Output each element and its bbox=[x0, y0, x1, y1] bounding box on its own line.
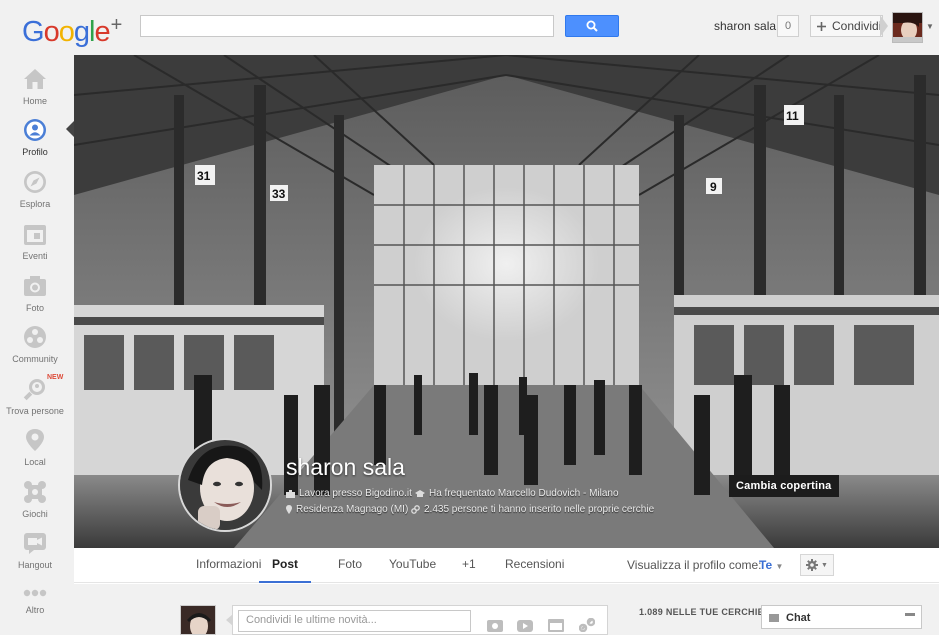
profile-tabs: Informazioni Post Foto YouTube +1 Recens… bbox=[74, 548, 939, 583]
tab-post[interactable]: Post bbox=[259, 548, 312, 583]
svg-text:11: 11 bbox=[786, 109, 799, 123]
change-cover-button[interactable]: Cambia copertina bbox=[729, 475, 839, 497]
tab-informazioni[interactable]: Informazioni bbox=[196, 548, 261, 583]
sidebar-item-more[interactable]: Altro bbox=[0, 586, 70, 615]
sidebar-item-find-people[interactable]: NEW Trova persone bbox=[0, 374, 70, 416]
tab-foto[interactable]: Foto bbox=[338, 548, 362, 583]
chat-minimize-icon[interactable]: ▬ bbox=[905, 608, 915, 619]
work-info: Lavora presso Bigodino.it bbox=[286, 488, 412, 499]
profile-picture[interactable] bbox=[178, 438, 272, 532]
gear-caret-icon: ▼ bbox=[821, 561, 828, 569]
circles-info: 2.435 persone ti hanno inserito nelle pr… bbox=[411, 504, 654, 515]
sidebar: Home Profilo Esplora Eventi Foto Communi… bbox=[0, 55, 70, 625]
account-caret-icon[interactable]: ▼ bbox=[926, 22, 934, 31]
settings-button[interactable]: ▼ bbox=[800, 554, 834, 576]
notification-count[interactable]: 0 bbox=[777, 15, 799, 37]
user-name-link[interactable]: sharon sala bbox=[714, 19, 776, 33]
sidebar-item-games[interactable]: Giochi bbox=[0, 480, 70, 519]
find-people-icon bbox=[23, 379, 45, 401]
view-as-dropdown[interactable]: Te ▼ bbox=[759, 558, 783, 572]
sidebar-item-profile[interactable]: Profilo bbox=[0, 118, 70, 157]
avatar-image bbox=[893, 13, 922, 42]
view-as-label: Visualizza il profilo come: bbox=[627, 558, 762, 572]
hangout-icon bbox=[24, 533, 46, 554]
search-button[interactable] bbox=[565, 15, 619, 37]
map-pin-small-icon bbox=[286, 505, 292, 514]
new-badge: NEW bbox=[47, 374, 64, 381]
photo-icon[interactable] bbox=[487, 618, 503, 632]
chat-panel[interactable]: Chat ▬ bbox=[761, 605, 922, 629]
video-icon[interactable] bbox=[517, 618, 533, 632]
plus-icon bbox=[817, 21, 826, 31]
graduation-cap-icon bbox=[415, 489, 425, 497]
sidebar-item-hangout[interactable]: Hangout bbox=[0, 531, 70, 570]
google-plus-logo[interactable]: Google+ bbox=[22, 9, 122, 48]
svg-text:9: 9 bbox=[710, 180, 717, 194]
camera-icon bbox=[24, 276, 46, 296]
education-info: Ha frequentato Marcello Dudovich - Milan… bbox=[415, 488, 619, 499]
event-icon[interactable] bbox=[548, 618, 564, 632]
top-bar: Google+ sharon sala 0 Condividi ▼ bbox=[0, 0, 939, 55]
sidebar-item-events[interactable]: Eventi bbox=[0, 222, 70, 261]
link-small-icon bbox=[411, 505, 420, 514]
sidebar-item-photos[interactable]: Foto bbox=[0, 274, 70, 313]
search-input[interactable] bbox=[140, 15, 554, 37]
share-button-label: Condividi bbox=[832, 19, 882, 33]
sidebar-item-home[interactable]: Home bbox=[0, 67, 70, 106]
chevron-down-icon: ▼ bbox=[775, 562, 784, 571]
calendar-icon bbox=[24, 225, 46, 245]
stream-avatar-image bbox=[181, 606, 215, 634]
search-icon bbox=[586, 20, 598, 32]
stream-avatar bbox=[180, 605, 216, 635]
sidebar-active-pointer bbox=[66, 121, 74, 137]
share-input[interactable]: Condividi le ultime novità... bbox=[238, 610, 471, 632]
residence-info: Residenza Magnago (MI) bbox=[286, 504, 408, 515]
more-icon bbox=[23, 589, 47, 597]
tab-youtube[interactable]: YouTube bbox=[389, 548, 436, 583]
share-arrow bbox=[880, 15, 888, 37]
map-pin-icon bbox=[26, 429, 44, 451]
share-button[interactable]: Condividi bbox=[810, 15, 883, 37]
sidebar-item-explore[interactable]: Esplora bbox=[0, 170, 70, 209]
main-content: 31 11 33 9 sharon sala Lavora presso Bigodi… bbox=[74, 55, 939, 635]
briefcase-icon bbox=[286, 489, 295, 498]
home-icon bbox=[24, 69, 46, 89]
svg-text:31: 31 bbox=[197, 169, 211, 183]
sidebar-item-community[interactable]: Community bbox=[0, 325, 70, 364]
link-icon[interactable] bbox=[579, 618, 595, 632]
circles-count-label: 1.089 NELLE TUE CERCHIE bbox=[639, 607, 764, 617]
profile-icon bbox=[24, 119, 46, 141]
profile-photo bbox=[180, 440, 270, 530]
chat-icon bbox=[769, 614, 779, 622]
tab-recensioni[interactable]: Recensioni bbox=[505, 548, 564, 583]
svg-text:33: 33 bbox=[272, 187, 286, 201]
cover-photo: 31 11 33 9 sharon sala Lavora presso Bigodi… bbox=[74, 55, 939, 548]
gear-icon bbox=[806, 559, 819, 571]
sidebar-item-local[interactable]: Local bbox=[0, 428, 70, 467]
chat-label: Chat bbox=[786, 612, 811, 624]
games-icon bbox=[24, 481, 46, 503]
share-box: Condividi le ultime novità... bbox=[226, 605, 608, 635]
compass-icon bbox=[24, 171, 46, 193]
stream-area: Condividi le ultime novità... 1.089 NELL… bbox=[74, 584, 939, 635]
profile-name: sharon sala bbox=[286, 454, 405, 480]
tab-plus-one[interactable]: +1 bbox=[462, 548, 476, 583]
account-avatar[interactable] bbox=[892, 12, 923, 43]
community-icon bbox=[24, 326, 46, 348]
